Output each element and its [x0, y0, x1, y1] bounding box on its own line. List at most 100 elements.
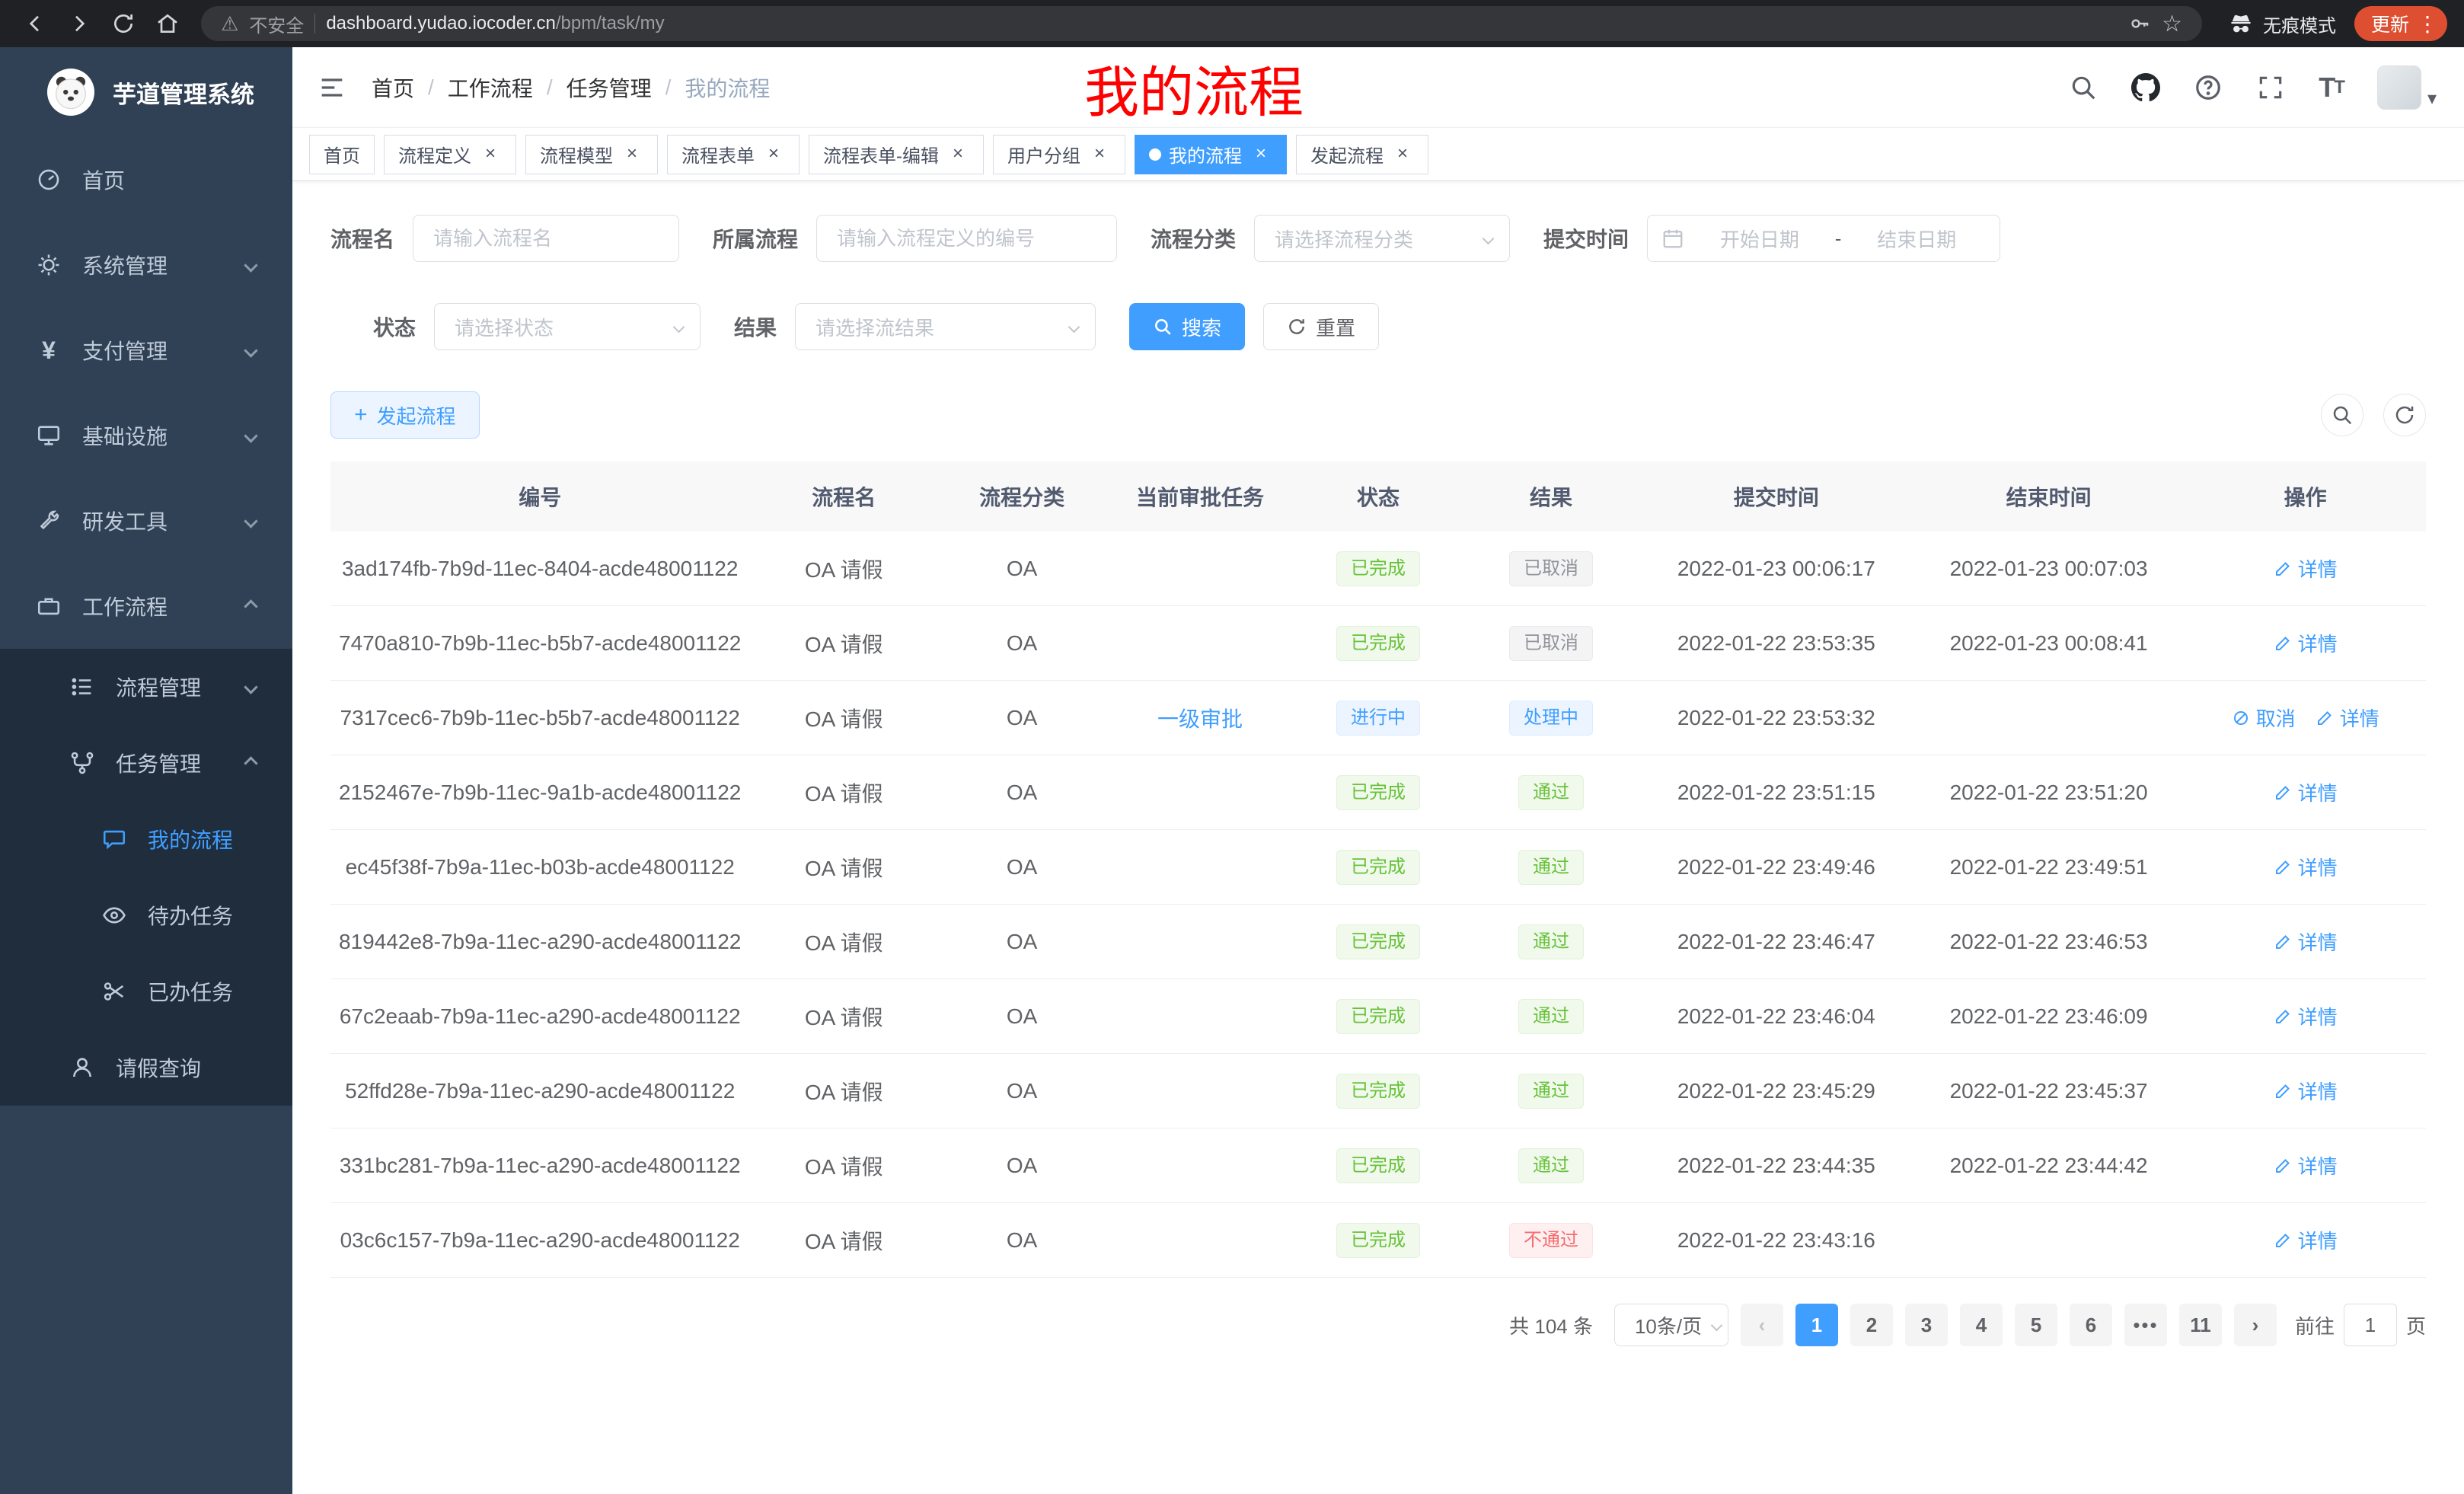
browser-menu-icon[interactable]: ⋮ — [2417, 11, 2438, 37]
fullscreen-icon[interactable] — [2256, 73, 2285, 102]
tab-close-icon[interactable]: × — [946, 143, 969, 166]
reset-button[interactable]: 重置 — [1263, 303, 1379, 350]
page-number[interactable]: 5 — [2015, 1304, 2057, 1346]
detail-action[interactable]: 详情 — [2274, 927, 2338, 956]
tab[interactable]: 流程模型 × — [525, 135, 658, 174]
cell-result: 通过 — [1462, 775, 1640, 810]
date-range-picker[interactable]: 开始日期 - 结束日期 — [1647, 215, 2000, 262]
user-menu[interactable]: ▾ — [2377, 65, 2437, 110]
browser-refresh-button[interactable] — [105, 5, 142, 42]
breadcrumb-item[interactable]: 任务管理 — [567, 72, 652, 103]
detail-action[interactable]: 详情 — [2274, 1077, 2338, 1105]
detail-action[interactable]: 详情 — [2274, 554, 2338, 583]
tab[interactable]: 流程定义 × — [384, 135, 516, 174]
browser-back-button[interactable] — [17, 5, 53, 42]
show-search-button[interactable] — [2321, 394, 2363, 436]
column-header: 操作 — [2185, 461, 2425, 532]
detail-action[interactable]: 详情 — [2274, 1002, 2338, 1030]
status-badge: 已完成 — [1336, 850, 1420, 885]
cell-result: 已取消 — [1462, 551, 1640, 586]
sidebar-item-leave-query[interactable]: 请假查询 — [0, 1030, 292, 1106]
detail-action[interactable]: 详情 — [2274, 1151, 2338, 1180]
category-select[interactable]: 请选择流程分类 — [1254, 215, 1510, 262]
tab-close-icon[interactable]: × — [762, 143, 785, 166]
browser-home-button[interactable] — [149, 5, 186, 42]
search-button[interactable]: 搜索 — [1129, 303, 1245, 350]
tab-close-icon[interactable]: × — [1250, 143, 1272, 166]
browser-update-button[interactable]: 更新 ⋮ — [2354, 6, 2447, 41]
sidebar-item-done-tasks[interactable]: 已办任务 — [0, 953, 292, 1030]
tab[interactable]: 流程表单 × — [667, 135, 800, 174]
tab[interactable]: 发起流程 × — [1296, 135, 1428, 174]
tab[interactable]: 流程表单-编辑 × — [809, 135, 984, 174]
sidebar-logo[interactable]: 芋道管理系统 — [0, 47, 292, 137]
page-number[interactable]: 11 — [2179, 1304, 2222, 1346]
tab-close-icon[interactable]: × — [479, 143, 502, 166]
result-select[interactable]: 请选择流结果 — [795, 303, 1096, 350]
browser-forward-button[interactable] — [61, 5, 97, 42]
goto-page-input[interactable] — [2344, 1304, 2397, 1346]
tab-close-icon[interactable]: × — [1391, 143, 1414, 166]
breadcrumb-item[interactable]: 工作流程 — [448, 72, 533, 103]
filter-row-2: 状态 请选择状态 结果 请选择流结果 — [330, 303, 2426, 350]
sidebar-item-devtools[interactable]: 研发工具 — [0, 478, 292, 563]
sidebar-item-todo-tasks[interactable]: 待办任务 — [0, 877, 292, 953]
address-bar[interactable]: ⚠ 不安全 dashboard.yudao.iocoder.cn/bpm/tas… — [201, 6, 2202, 41]
cell-result: 已取消 — [1462, 626, 1640, 661]
tab[interactable]: 用户分组 × — [993, 135, 1125, 174]
status-badge: 已完成 — [1336, 626, 1420, 661]
detail-action[interactable]: 详情 — [2274, 629, 2338, 657]
tab-close-icon[interactable]: × — [1088, 143, 1111, 166]
status-badge: 已完成 — [1336, 551, 1420, 586]
sidebar-item-home[interactable]: 首页 — [0, 137, 292, 222]
cancel-action[interactable]: 取消 — [2232, 704, 2296, 732]
tab[interactable]: 首页 — [309, 135, 375, 174]
tab-close-icon[interactable]: × — [621, 143, 643, 166]
tools-icon — [35, 507, 62, 535]
sidebar-item-workflow[interactable]: 工作流程 — [0, 563, 292, 649]
font-size-icon[interactable]: TT — [2319, 72, 2344, 104]
page-number[interactable]: ••• — [2124, 1304, 2167, 1346]
create-process-button[interactable]: + 发起流程 — [330, 391, 480, 439]
page-number[interactable]: 6 — [2070, 1304, 2112, 1346]
process-name-input[interactable] — [413, 215, 679, 262]
detail-action[interactable]: 详情 — [2316, 704, 2379, 732]
refresh-table-button[interactable] — [2383, 394, 2426, 436]
password-key-icon[interactable] — [2128, 12, 2151, 35]
warning-icon: ⚠ — [221, 12, 238, 36]
page-number[interactable]: 3 — [1905, 1304, 1948, 1346]
detail-action[interactable]: 详情 — [2274, 853, 2338, 881]
sidebar-toggle-icon[interactable] — [292, 72, 372, 103]
detail-action[interactable]: 详情 — [2274, 778, 2338, 806]
page-number[interactable]: 1 — [1795, 1304, 1838, 1346]
process-id-input[interactable] — [816, 215, 1117, 262]
help-icon[interactable] — [2194, 73, 2223, 102]
reset-button-label: 重置 — [1316, 313, 1355, 341]
page-number[interactable]: 2 — [1850, 1304, 1893, 1346]
column-header: 提交时间 — [1640, 461, 1913, 532]
detail-action[interactable]: 详情 — [2274, 1226, 2338, 1254]
breadcrumb-item[interactable]: 首页 — [372, 72, 414, 103]
sidebar-item-payment[interactable]: ¥ 支付管理 — [0, 308, 292, 393]
gear-icon — [35, 251, 62, 279]
page-number[interactable]: 4 — [1960, 1304, 2003, 1346]
edit-icon — [2274, 560, 2292, 578]
sidebar-item-task-management[interactable]: 任务管理 — [0, 725, 292, 801]
page-size-select[interactable]: 10条/页 — [1614, 1304, 1728, 1346]
sidebar-item-process-management[interactable]: 流程管理 — [0, 649, 292, 725]
bookmark-star-icon[interactable]: ☆ — [2162, 11, 2182, 37]
prev-page-button[interactable]: ‹ — [1741, 1304, 1783, 1346]
search-icon[interactable] — [2069, 73, 2098, 102]
breadcrumb-separator: / — [547, 75, 553, 100]
sidebar-item-infrastructure[interactable]: 基础设施 — [0, 393, 292, 478]
sidebar-item-system[interactable]: 系统管理 — [0, 222, 292, 308]
github-icon[interactable] — [2131, 73, 2160, 102]
tab[interactable]: 我的流程 × — [1135, 135, 1287, 174]
cell-category: OA — [938, 1154, 1106, 1178]
status-select[interactable]: 请选择状态 — [434, 303, 701, 350]
detail-action-label: 详情 — [2298, 1077, 2338, 1105]
result-badge: 通过 — [1518, 1148, 1584, 1183]
sidebar-item-my-process[interactable]: 我的流程 — [0, 801, 292, 877]
next-page-button[interactable]: › — [2234, 1304, 2277, 1346]
current-task-link[interactable]: 一级审批 — [1157, 707, 1243, 731]
